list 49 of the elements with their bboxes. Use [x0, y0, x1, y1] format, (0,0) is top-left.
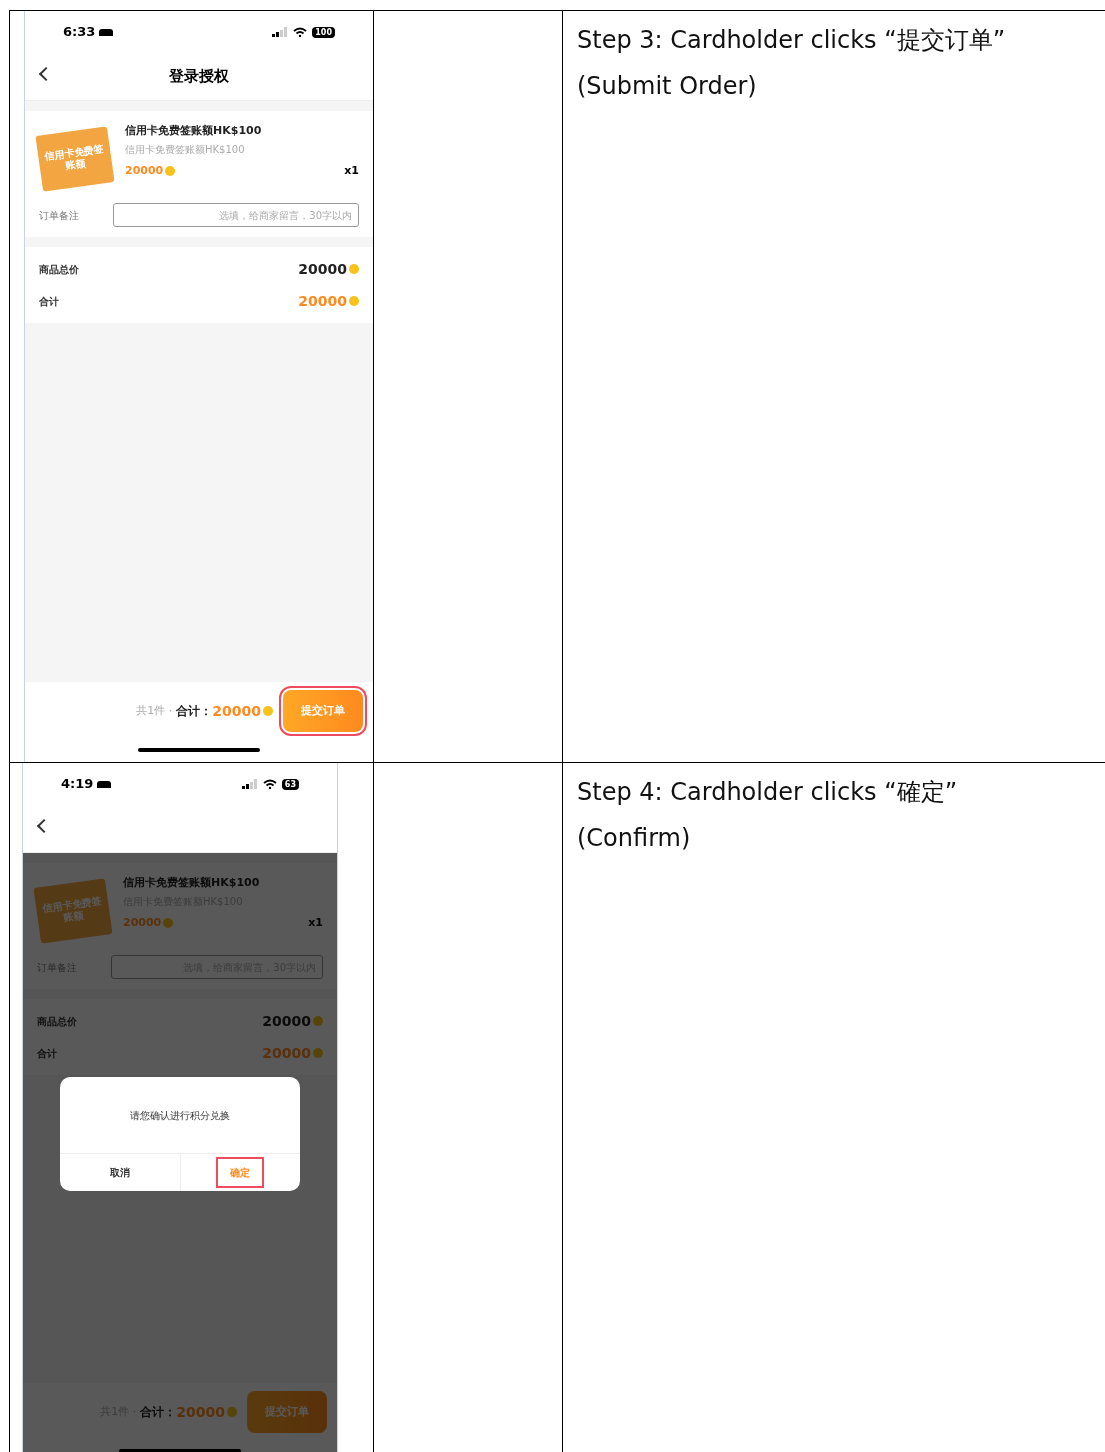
coin-icon	[227, 1407, 237, 1417]
submit-order-button[interactable]: 提交订单	[247, 1391, 327, 1433]
product-points: 20000	[123, 914, 162, 931]
summary-value: 20000	[298, 259, 347, 279]
summary-value: 20000	[298, 291, 347, 311]
status-time: 4:19	[61, 775, 94, 794]
coin-icon	[263, 706, 273, 716]
wifi-icon	[262, 779, 277, 789]
bed-icon	[99, 28, 114, 36]
wifi-icon	[293, 27, 308, 37]
bed-icon	[97, 780, 112, 788]
summary-label: 商品总价	[37, 1014, 77, 1029]
summary-label: 商品总价	[39, 262, 79, 277]
coin-icon	[313, 1048, 323, 1058]
coin-icon	[349, 264, 359, 274]
note-field[interactable]: 选填，给商家留言，30字以内	[113, 203, 359, 227]
product-points: 20000	[125, 162, 164, 179]
cancel-button[interactable]: 取消	[95, 1157, 144, 1188]
product-name: 信用卡免费签账额HK$100	[123, 875, 261, 891]
battery-level: 100	[312, 26, 335, 38]
step-description: Step 3: Cardholder clicks “提交订单” (Submit Order)	[577, 25, 1007, 102]
summary-value: 20000	[262, 1043, 311, 1063]
coin-icon	[349, 296, 359, 306]
summary-label: 合计	[37, 1046, 57, 1061]
coin-icon	[165, 165, 176, 176]
product-name: 信用卡免费签账额HK$100	[125, 123, 263, 139]
step-description: Step 4: Cardholder clicks “確定” (Confirm)	[577, 777, 959, 854]
total-value: 20000	[212, 701, 261, 721]
card-image: 信用卡免费签账额	[35, 126, 115, 192]
coin-icon	[163, 917, 174, 928]
screen-title: 登录授权	[169, 66, 229, 88]
quantity: x1	[308, 914, 323, 931]
item-count: 共1件 ·	[136, 702, 173, 719]
summary-label: 合计	[39, 294, 59, 309]
product-subtitle: 信用卡免费签账额HK$100	[125, 142, 246, 157]
note-label: 订单备注	[39, 208, 80, 223]
dialog-message: 请您确认进行积分兑换	[129, 1108, 231, 1123]
total-label: 合计：	[176, 703, 213, 720]
summary-value: 20000	[262, 1011, 311, 1031]
battery-level: 63	[281, 778, 299, 790]
signal-icon	[272, 27, 289, 37]
card-image: 信用卡免费签账额	[33, 878, 113, 944]
status-time: 6:33	[63, 23, 96, 42]
quantity: x1	[344, 162, 359, 179]
coin-icon	[313, 1016, 323, 1026]
total-value: 20000	[176, 1402, 225, 1422]
confirm-button[interactable]: 确定	[216, 1157, 265, 1188]
total-label: 合计：	[140, 1404, 177, 1421]
signal-icon	[241, 779, 258, 789]
